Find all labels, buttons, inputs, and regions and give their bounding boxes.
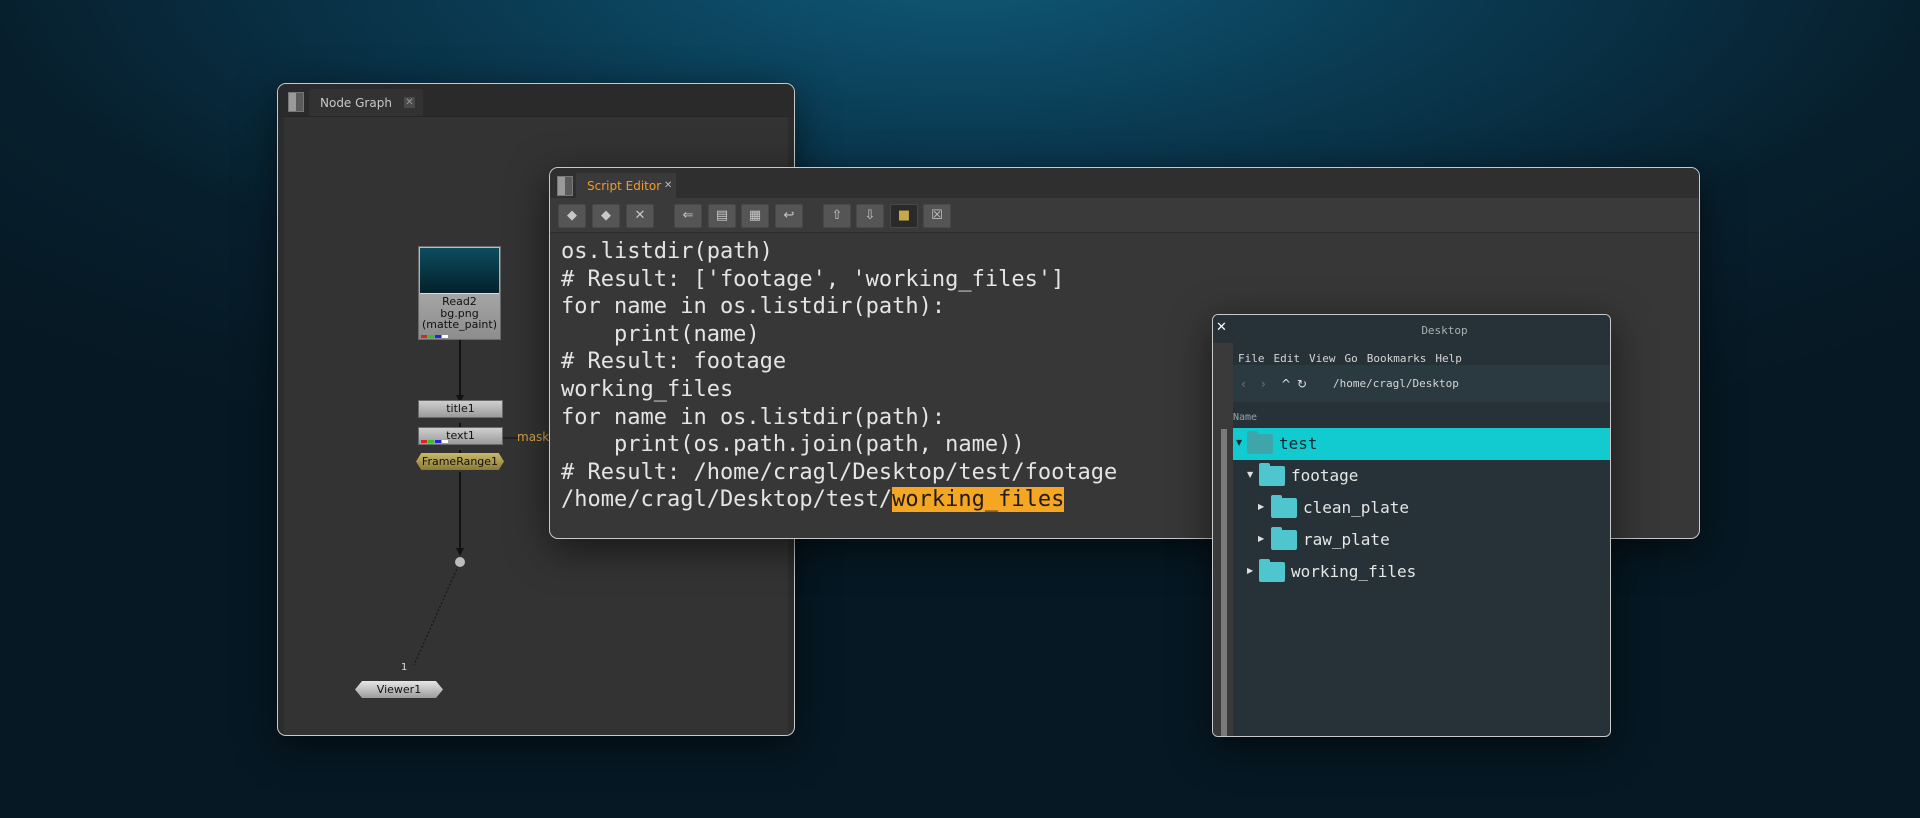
- previous-script-icon[interactable]: ◆: [558, 204, 586, 228]
- clear-history-icon[interactable]: ✕: [626, 204, 654, 228]
- channel-red: [421, 440, 427, 443]
- reload-icon[interactable]: ↻: [1297, 377, 1307, 391]
- tree-item-clean-plate[interactable]: ▶ clean_plate: [1233, 492, 1610, 524]
- tree-item-label: working_files: [1291, 562, 1417, 581]
- tab-node-graph[interactable]: Node Graph ✕: [309, 89, 423, 116]
- channel-blue: [435, 335, 441, 338]
- framerange-node[interactable]: FrameRange1: [416, 453, 504, 470]
- folder-icon: [1247, 431, 1273, 454]
- viewer-node[interactable]: Viewer1: [355, 681, 443, 698]
- menu-file[interactable]: File: [1238, 352, 1265, 365]
- script-editor-tabbar: Script Editor ✕: [550, 168, 1699, 198]
- location-path[interactable]: /home/cragl/Desktop: [1333, 377, 1459, 390]
- close-icon[interactable]: ✕: [404, 97, 415, 108]
- highlighted-text: working_files: [892, 487, 1065, 513]
- side-strip: [1213, 343, 1233, 736]
- window-title: Desktop: [1421, 324, 1468, 337]
- tab-label: Node Graph: [320, 96, 392, 110]
- code-line: # Result: /home/cragl/Desktop/test/foota…: [561, 459, 1118, 485]
- tree-item-raw-plate[interactable]: ▶ raw_plate: [1233, 524, 1610, 556]
- code-line: print(name): [561, 321, 760, 347]
- save-script-icon[interactable]: ▦: [741, 204, 769, 228]
- column-header-name[interactable]: Name: [1233, 412, 1257, 423]
- text-node[interactable]: text1: [418, 427, 503, 445]
- dot-node: [455, 557, 465, 567]
- menu-help[interactable]: Help: [1435, 352, 1462, 365]
- load-script-icon[interactable]: ▤: [708, 204, 736, 228]
- menu-bookmarks[interactable]: Bookmarks: [1367, 352, 1427, 365]
- panel-grip-icon[interactable]: [288, 92, 304, 112]
- channel-alpha: [442, 440, 448, 443]
- scrollbar[interactable]: [1221, 429, 1227, 736]
- channel-red: [421, 335, 427, 338]
- tree-item-footage[interactable]: ▼ footage: [1233, 460, 1610, 492]
- channel-alpha: [442, 335, 448, 338]
- title-node[interactable]: title1: [418, 400, 503, 418]
- title-bar: ✕ Desktop: [1213, 315, 1610, 343]
- folder-icon: [1271, 495, 1297, 518]
- tree-item-label: test: [1279, 434, 1318, 453]
- folder-icon: [1271, 527, 1297, 550]
- code-line: print(os.path.join(path, name)): [561, 432, 1025, 458]
- text-node-label: text1: [446, 429, 475, 442]
- title-node-label: title1: [446, 402, 475, 415]
- read-node-label: (matte_paint): [422, 318, 497, 331]
- folder-icon: [1259, 559, 1285, 582]
- back-icon[interactable]: ‹: [1241, 377, 1246, 391]
- file-browser-window: ✕ Desktop File Edit View Go Bookmarks Help ‹ …: [1212, 314, 1611, 737]
- read-thumbnail: [420, 248, 499, 294]
- read-node-name: Read2: [442, 295, 477, 308]
- tree-item-working-files[interactable]: ▶ working_files: [1233, 556, 1610, 588]
- script-editor-toolbar: ◆ ◆ ✕ ⇐ ▤ ▦ ↩ ⇧ ⇩ ■ ☒: [550, 198, 1699, 233]
- show-both-icon[interactable]: ■: [890, 204, 918, 228]
- folder-icon: [1259, 463, 1285, 486]
- channel-green: [428, 335, 434, 338]
- mask-input-label: mask: [517, 430, 550, 444]
- script-output[interactable]: os.listdir(path) # Result: ['footage', 'w…: [561, 238, 1117, 514]
- close-icon[interactable]: ✕: [664, 180, 675, 191]
- forward-icon[interactable]: ›: [1261, 377, 1266, 391]
- tab-label: Script Editor: [587, 179, 662, 193]
- source-script-icon[interactable]: ⇐: [674, 204, 702, 228]
- node-graph-tabbar: Node Graph ✕: [278, 84, 794, 117]
- tree-item-label: raw_plate: [1303, 530, 1390, 549]
- collapse-arrow-icon[interactable]: ▶: [1258, 502, 1264, 511]
- show-input-icon[interactable]: ⇧: [823, 204, 851, 228]
- collapse-arrow-icon[interactable]: ▶: [1247, 566, 1253, 575]
- tree-item-label: clean_plate: [1303, 498, 1409, 517]
- next-script-icon[interactable]: ◆: [592, 204, 620, 228]
- clear-output-icon[interactable]: ☒: [923, 204, 951, 228]
- tree-item-label: footage: [1291, 466, 1359, 485]
- read-node[interactable]: Read2 bg.png (matte_paint): [418, 246, 501, 340]
- menu-edit[interactable]: Edit: [1274, 352, 1301, 365]
- expand-arrow-icon[interactable]: ▼: [1236, 438, 1242, 447]
- tab-script-editor[interactable]: Script Editor ✕: [576, 173, 676, 198]
- collapse-arrow-icon[interactable]: ▶: [1258, 534, 1264, 543]
- channel-blue: [435, 440, 441, 443]
- menu-go[interactable]: Go: [1345, 352, 1358, 365]
- code-line: # Result: ['footage', 'working_files']: [561, 266, 1065, 292]
- expand-arrow-icon[interactable]: ▼: [1247, 470, 1253, 479]
- code-line: for name in os.listdir(path):: [561, 294, 946, 320]
- up-icon[interactable]: ^: [1281, 377, 1291, 391]
- menu-bar: File Edit View Go Bookmarks Help: [1233, 343, 1610, 365]
- tree-item-test[interactable]: ▼ test: [1233, 428, 1610, 460]
- viewer-input-number: 1: [401, 662, 408, 673]
- code-line: # Result: footage: [561, 349, 787, 375]
- viewer-node-label: Viewer1: [376, 683, 422, 696]
- code-line: /home/cragl/Desktop/test/: [561, 487, 893, 513]
- channel-green: [428, 440, 434, 443]
- show-output-icon[interactable]: ⇩: [856, 204, 884, 228]
- navigation-bar: ‹ › ^ ↻ /home/cragl/Desktop: [1233, 365, 1610, 402]
- code-line: os.listdir(path): [561, 239, 773, 264]
- framerange-node-label: FrameRange1: [421, 455, 499, 468]
- code-line: for name in os.listdir(path):: [561, 404, 946, 430]
- panel-grip-icon[interactable]: [557, 176, 573, 196]
- menu-view[interactable]: View: [1309, 352, 1336, 365]
- run-script-icon[interactable]: ↩: [775, 204, 803, 228]
- code-line: working_files: [561, 376, 734, 402]
